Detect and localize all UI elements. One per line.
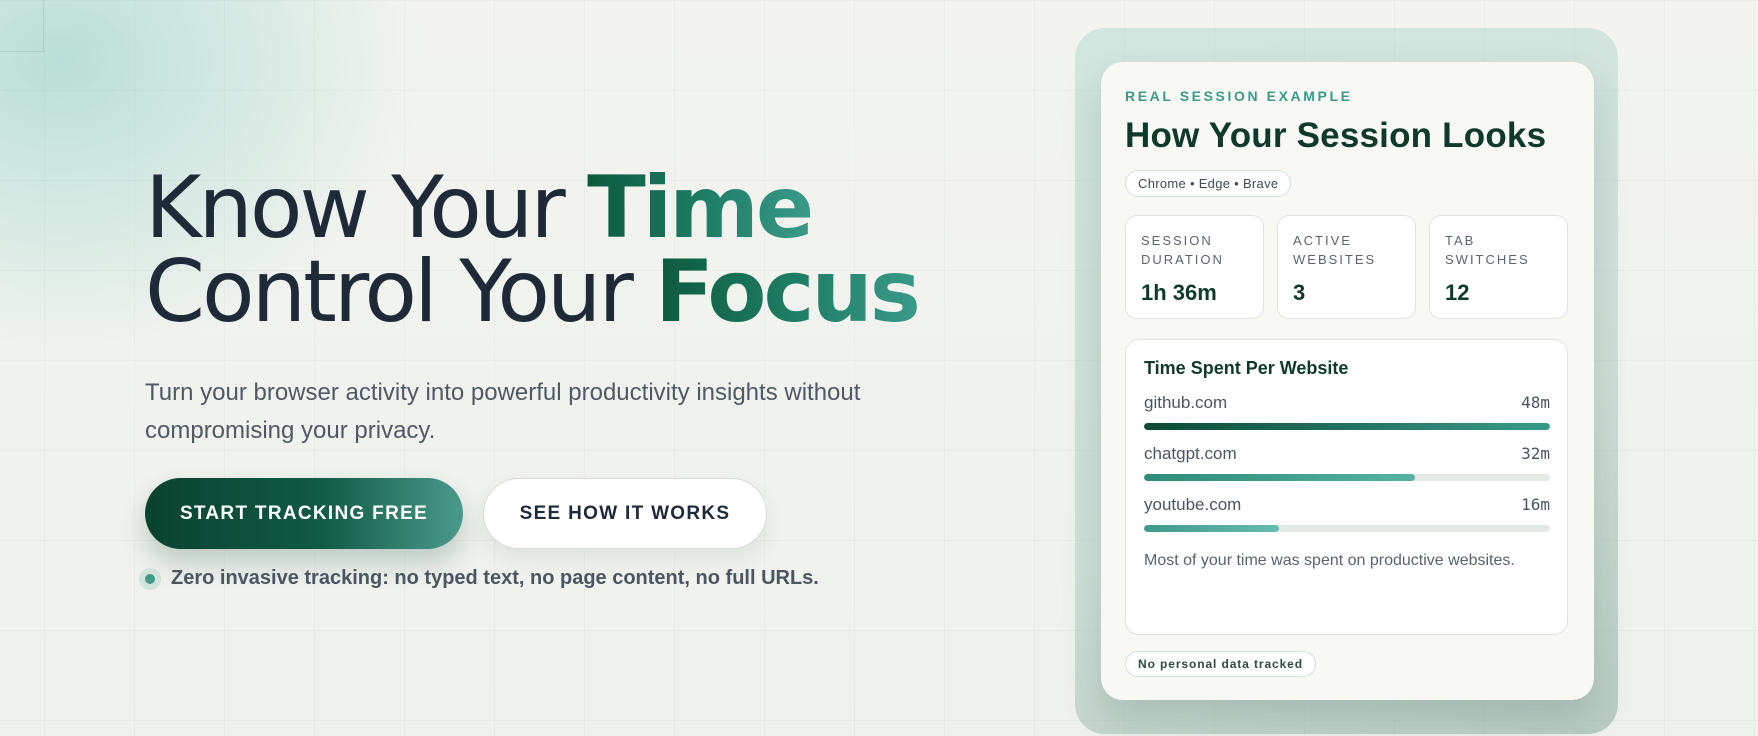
stat-active-websites: ACTIVE WEBSITES 3 <box>1277 215 1416 319</box>
stat-value: 3 <box>1293 280 1306 305</box>
site-time: 32m <box>1521 444 1550 463</box>
headline-line-2-prefix: Control Your <box>145 242 656 342</box>
hero-section: Know Your Time Control Your Focus Turn y… <box>139 158 965 590</box>
site-time: 48m <box>1521 393 1550 412</box>
cta-group: START TRACKING FREE SEE HOW IT WORKS <box>145 478 965 549</box>
stat-label: ACTIVE WEBSITES <box>1293 233 1377 267</box>
site-name: github.com <box>1144 393 1228 412</box>
stat-tab-switches: TAB SWITCHES 12 <box>1429 215 1568 319</box>
panel-note: Most of your time was spent on productiv… <box>1144 552 1515 569</box>
site-row-github: github.com 48m <box>1144 393 1550 430</box>
session-card: REAL SESSION EXAMPLE How Your Session Lo… <box>1101 62 1594 700</box>
headline-line-1: Know Your Time <box>145 158 965 258</box>
privacy-badge: No personal data tracked <box>1125 651 1316 677</box>
headline-highlight-time: Time <box>579 158 820 258</box>
hero-subtitle: Turn your browser activity into powerful… <box>145 379 861 444</box>
site-time: 16m <box>1521 495 1550 514</box>
stat-label: TAB SWITCHES <box>1445 233 1530 267</box>
usage-bar <box>1144 423 1550 430</box>
card-title: How Your Session Looks <box>1125 116 1547 155</box>
headline-highlight-focus: Focus <box>647 242 926 342</box>
card-eyebrow: REAL SESSION EXAMPLE <box>1125 88 1353 104</box>
time-per-website-panel: Time Spent Per Website github.com 48m ch… <box>1125 339 1568 635</box>
site-row-youtube: youtube.com 16m <box>1144 495 1550 532</box>
start-tracking-button[interactable]: START TRACKING FREE <box>145 478 463 549</box>
hero-headline: Know Your Time Control Your Focus <box>145 158 965 342</box>
stat-value: 12 <box>1445 280 1470 305</box>
stat-session-duration: SESSION DURATION 1h 36m <box>1125 215 1264 319</box>
status-dot-icon <box>139 567 161 590</box>
panel-title: Time Spent Per Website <box>1144 358 1349 378</box>
usage-bar <box>1144 525 1550 532</box>
usage-bar-fill <box>1144 525 1280 532</box>
headline-line-2: Control Your Focus <box>145 242 965 342</box>
privacy-note-text: Zero invasive tracking: no typed text, n… <box>171 567 819 589</box>
usage-bar-fill <box>1144 423 1550 430</box>
usage-bar <box>1144 474 1550 481</box>
stat-label: SESSION DURATION <box>1141 233 1224 267</box>
site-name: chatgpt.com <box>1144 444 1237 463</box>
site-name: youtube.com <box>1144 495 1242 514</box>
stats-row: SESSION DURATION 1h 36m ACTIVE WEBSITES … <box>1125 215 1568 319</box>
see-how-it-works-button[interactable]: SEE HOW IT WORKS <box>483 478 767 549</box>
privacy-note: Zero invasive tracking: no typed text, n… <box>139 567 965 590</box>
browsers-badge: Chrome • Edge • Brave <box>1125 170 1292 197</box>
corner-decoration <box>0 0 44 52</box>
site-row-chatgpt: chatgpt.com 32m <box>1144 444 1550 481</box>
usage-bar-fill <box>1144 474 1415 481</box>
stat-value: 1h 36m <box>1141 280 1217 305</box>
